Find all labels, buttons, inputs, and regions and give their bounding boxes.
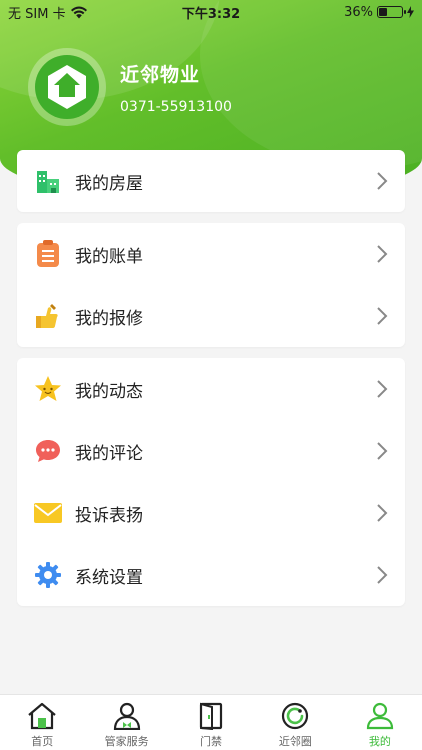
chevron-right-icon	[377, 442, 388, 460]
menu-label: 我的账单	[75, 246, 143, 267]
profile-name: 近邻物业	[120, 63, 201, 86]
repair-icon	[33, 301, 63, 331]
menu-my-comments[interactable]: 我的评论	[17, 420, 405, 482]
card-social: 我的动态 我的评论 投诉表扬 系统设置	[17, 358, 405, 606]
star-icon	[33, 374, 63, 404]
avatar[interactable]	[28, 48, 106, 126]
profile-phone: 0371-55913100	[120, 98, 232, 115]
building-icon	[33, 166, 63, 196]
chevron-right-icon	[377, 245, 388, 263]
house-logo-icon	[48, 65, 86, 109]
battery-percent: 36%	[344, 4, 373, 20]
person-icon	[363, 701, 397, 731]
menu-system-settings[interactable]: 系统设置	[17, 544, 405, 606]
envelope-icon	[33, 498, 63, 528]
menu-my-bills[interactable]: 我的账单	[17, 223, 405, 285]
status-bar: 无 SIM 卡 下午3:32 36%	[0, 0, 422, 24]
tab-label: 管家服务	[104, 735, 149, 748]
tab-mine[interactable]: 我的	[338, 695, 422, 750]
tab-home[interactable]: 首页	[0, 695, 84, 750]
tab-door[interactable]: 门禁	[169, 695, 253, 750]
home-icon	[25, 701, 59, 731]
menu-label: 我的报修	[75, 308, 143, 329]
tab-bar: 首页 管家服务 门禁 近邻圈 我的	[0, 694, 422, 750]
tab-label: 首页	[31, 735, 54, 748]
circle-icon	[278, 701, 312, 731]
battery-icon	[377, 6, 406, 18]
butler-icon	[110, 701, 144, 731]
menu-label: 我的评论	[75, 443, 143, 464]
tab-label: 门禁	[200, 735, 223, 748]
chevron-right-icon	[377, 566, 388, 584]
menu-complaint-praise[interactable]: 投诉表扬	[17, 482, 405, 544]
menu-my-repairs[interactable]: 我的报修	[17, 285, 405, 347]
card-bills: 我的账单 我的报修	[17, 223, 405, 347]
tab-butler[interactable]: 管家服务	[84, 695, 168, 750]
chevron-right-icon	[377, 172, 388, 190]
gear-icon	[33, 560, 63, 590]
menu-label: 系统设置	[75, 567, 143, 588]
charging-icon	[407, 6, 414, 18]
menu-label: 我的房屋	[75, 173, 143, 194]
menu-label: 投诉表扬	[75, 505, 143, 526]
menu-my-activity[interactable]: 我的动态	[17, 358, 405, 420]
chevron-right-icon	[377, 504, 388, 522]
chevron-right-icon	[377, 380, 388, 398]
profile-block[interactable]: 近邻物业 0371-55913100	[28, 48, 232, 126]
menu-my-house[interactable]: 我的房屋	[17, 150, 405, 212]
card-house: 我的房屋	[17, 150, 405, 212]
carrier-label: 无 SIM 卡	[8, 6, 66, 22]
wifi-icon	[70, 6, 87, 18]
tab-label: 近邻圈	[278, 735, 312, 748]
door-icon	[194, 701, 228, 731]
tab-neighbor-circle[interactable]: 近邻圈	[253, 695, 337, 750]
chevron-right-icon	[377, 307, 388, 325]
menu-label: 我的动态	[75, 381, 143, 402]
bill-icon	[33, 239, 63, 269]
comment-icon	[33, 436, 63, 466]
tab-label: 我的	[368, 735, 391, 748]
